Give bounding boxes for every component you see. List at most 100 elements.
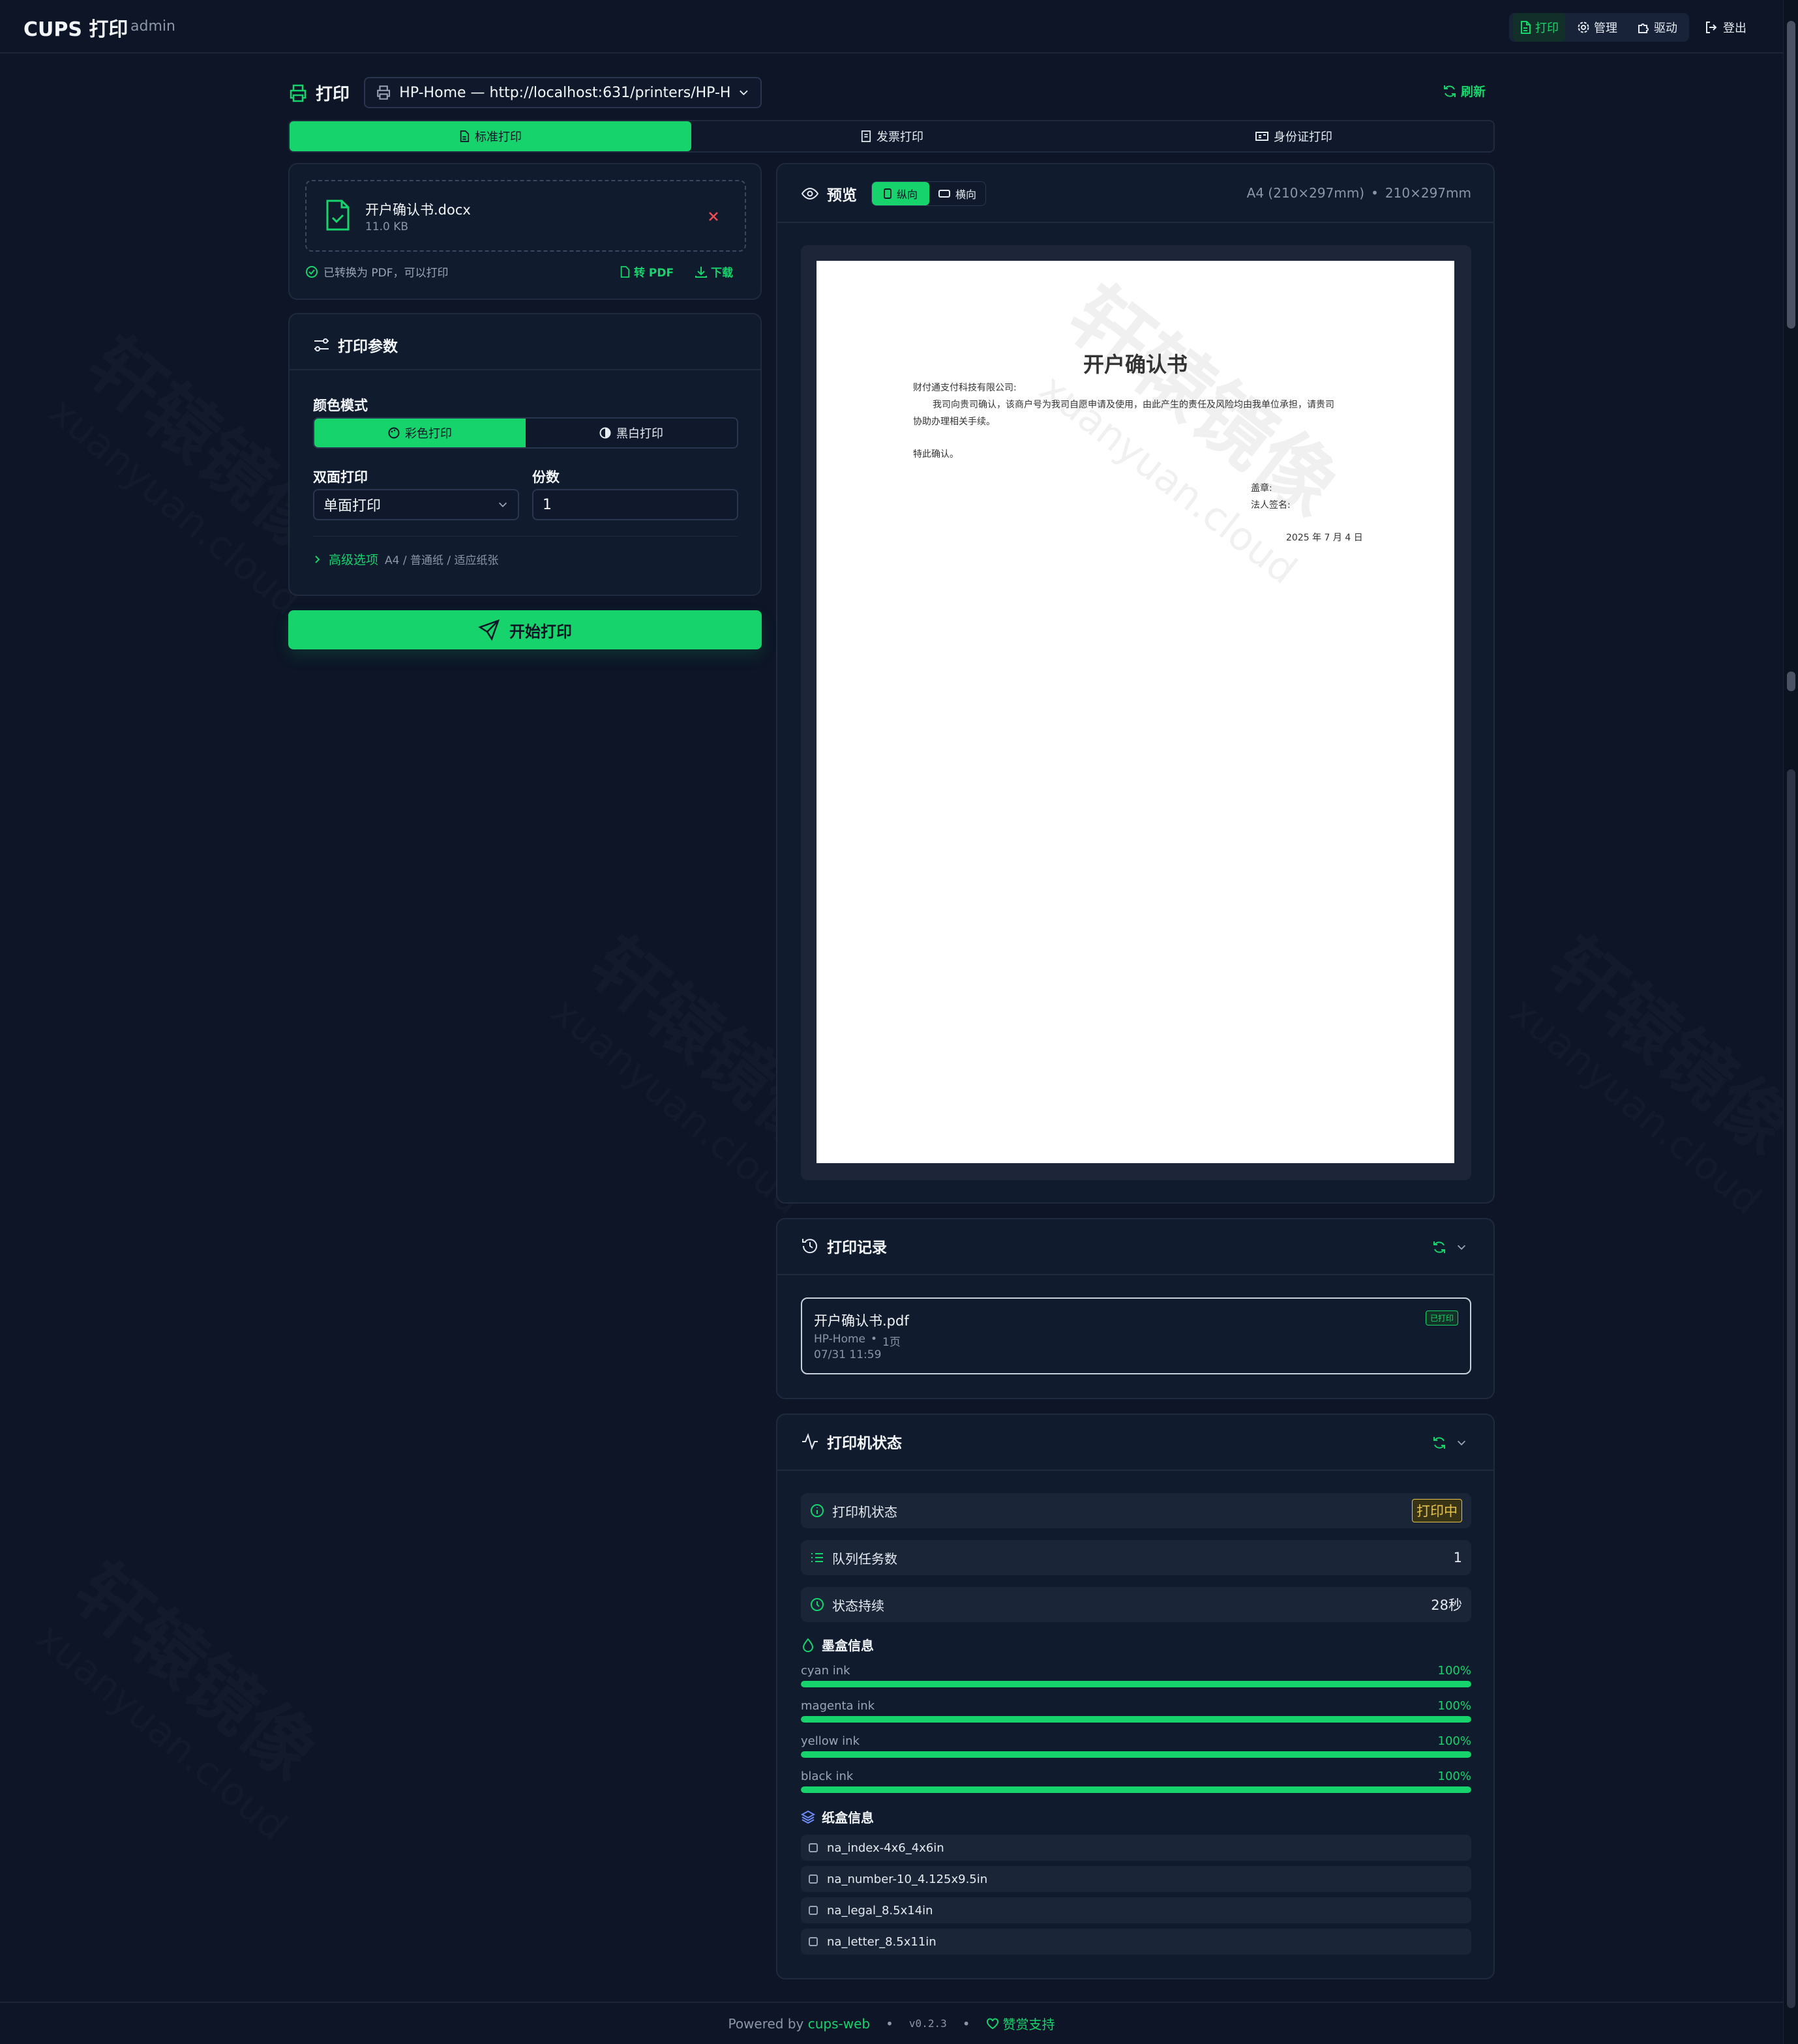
refresh-button[interactable]: 刷新 [1443,82,1486,100]
params-title: 打印参数 [313,334,398,356]
page-scrollbar[interactable] [1783,0,1798,2044]
divider [777,1470,1493,1471]
document-icon [1521,21,1531,34]
file-check-icon [326,200,350,231]
advanced-options-toggle[interactable]: 高级选项 A4 / 普通纸 / 适应纸张 [313,550,499,568]
paper-tray-item: na_number-10_4.125x9.5in [801,1866,1471,1892]
landscape-option[interactable]: 横向 [929,182,985,205]
to-pdf-button[interactable]: 转 PDF [620,263,674,280]
portrait-option[interactable]: 纵向 [872,182,929,205]
status-row-state: 打印机状态 打印中 [801,1493,1471,1528]
document-line: 协助办理相关手续。 [913,417,995,427]
start-print-button[interactable]: 开始打印 [288,610,762,649]
status-badge: 已打印 [1425,1311,1458,1326]
refresh-icon [1444,85,1456,97]
chevron-down-icon[interactable] [1456,1241,1467,1253]
paper-size-info: A4 (210×297mm) • 210×297mm [1246,185,1471,201]
document-preview: 轩辕镜像 xuanyuan.cloud 开户确认书 财付通支付科技有限公司: 我… [817,261,1454,1163]
landscape-icon [938,190,950,198]
separator-dot: • [1371,185,1379,201]
file-name: 开户确认书.docx [365,202,471,218]
document-line: 盖章: [1251,483,1272,494]
puzzle-icon [1638,23,1649,33]
chevron-down-icon [498,502,507,507]
history-item-time: 07/31 11:59 [814,1348,882,1361]
document-icon [620,265,630,278]
color-print-option[interactable]: 彩色打印 [314,419,526,447]
printer-select-value: HP-Home — http://localhost:631/printers/… [399,84,730,101]
document-line: 法人签名: [1251,500,1291,511]
ink-level-bar [801,1716,1471,1723]
duplex-label: 双面打印 [313,469,368,485]
nav-manage[interactable]: 管理 [1570,13,1624,42]
document-line: 特此确认。 [913,449,959,460]
divider [313,536,738,537]
ink-level-fill [801,1786,1471,1793]
history-icon [802,1239,817,1254]
ink-level-bar [801,1786,1471,1793]
contrast-icon [599,427,611,439]
document-line: 我司向贵司确认，该商户号为我司自愿申请及使用，由此产生的责任及风险均由我单位承担… [933,400,1334,410]
status-row-queue: 队列任务数 1 [801,1540,1471,1575]
main-nav: 打印 管理 驱动 [1509,13,1689,42]
gear-icon [1578,22,1589,33]
download-icon [695,266,707,278]
ink-level-fill [801,1751,1471,1758]
ink-level-fill [801,1681,1471,1687]
duplex-select[interactable]: 单面打印 [313,489,519,520]
paper-tray-item: na_index-4x6_4x6in [801,1835,1471,1861]
tab-invoice-print[interactable]: 发票打印 [691,121,1093,151]
printer-icon [377,85,391,100]
chevron-down-icon [740,90,748,96]
send-icon [478,619,500,641]
droplet-icon [802,1637,814,1652]
page-title: 打印 [288,81,350,105]
ink-level-fill [801,1716,1471,1723]
clock-icon [811,1598,824,1611]
tab-standard-print[interactable]: 标准打印 [290,121,691,151]
chevron-down-icon[interactable] [1456,1437,1467,1449]
history-item-name: 开户确认书.pdf [814,1313,909,1329]
file-panel: 开户确认书.docx 11.0 KB 已转换为 PDF，可以打印 转 PDF 下… [288,163,762,300]
info-icon [811,1504,824,1517]
app-brand[interactable]: CUPS 打印 [23,13,128,42]
tab-id-card-print[interactable]: 身份证打印 [1093,121,1495,151]
history-item[interactable]: 开户确认书.pdf HP-Home • 1页 07/31 11:59 已打印 [801,1297,1471,1374]
footer-project-link[interactable]: cups-web [808,2016,870,2032]
scrollbar-thumb[interactable] [1787,21,1795,329]
scrollbar-marker [1787,672,1795,691]
refresh-icon[interactable] [1432,1436,1446,1450]
heart-icon [986,2018,998,2029]
divider [290,369,760,370]
version-label: v0.2.3 [908,2017,947,2030]
layers-icon [801,1810,815,1824]
id-card-icon [1255,132,1268,141]
footer-powered: Powered by cups-web [728,2015,871,2032]
receipt-icon [861,130,871,142]
print-mode-tabs: 标准打印 发票打印 身份证打印 [288,120,1495,153]
ink-title: 墨盒信息 [801,1635,874,1654]
nav-print[interactable]: 打印 [1513,13,1565,42]
document-title: 开户确认书 [1083,352,1188,377]
eye-icon [801,187,819,200]
printer-select[interactable]: HP-Home — http://localhost:631/printers/… [364,77,762,108]
logout-button[interactable]: 登出 [1705,13,1746,42]
divider [777,1274,1493,1275]
document-line: 财付通支付科技有限公司: [913,383,1017,393]
ink-level-bar [801,1751,1471,1758]
mono-print-option[interactable]: 黑白打印 [526,419,737,447]
copies-input[interactable]: 1 [532,489,738,520]
close-icon[interactable] [707,210,720,223]
separator-dot: • [962,2015,970,2032]
preview-title: 预览 [801,183,857,205]
refresh-icon[interactable] [1432,1240,1446,1254]
tray-icon [809,1906,818,1915]
chevron-right-icon [315,555,320,563]
top-bar: CUPS 打印 admin 打印 管理 驱动 登出 [0,0,1783,53]
nav-driver[interactable]: 驱动 [1630,13,1684,42]
check-circle-icon [306,265,318,278]
download-button[interactable]: 下载 [695,263,733,280]
document-icon [460,130,470,142]
tray-icon [809,1874,818,1884]
support-link[interactable]: 赞赏支持 [986,2014,1055,2033]
